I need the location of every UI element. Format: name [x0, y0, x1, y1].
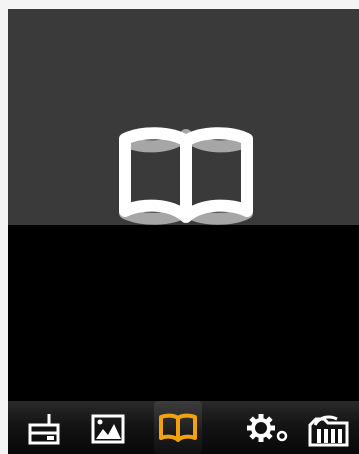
open-book-reflection: [119, 129, 253, 225]
photo-icon: [91, 414, 125, 444]
menu-item-radio[interactable]: [21, 405, 69, 453]
reflection-fade: [98, 225, 273, 335]
book-icon: [159, 413, 197, 442]
menu-item-book[interactable]: [154, 401, 202, 454]
folder-icon: [308, 415, 349, 447]
menu-item-settings[interactable]: [244, 405, 292, 453]
menu-bar: [8, 401, 359, 454]
radio-icon: [28, 414, 60, 445]
settings-icon: [247, 414, 288, 442]
menu-item-photo[interactable]: [84, 405, 132, 453]
menu-item-folder[interactable]: [306, 405, 354, 453]
device-screen: [8, 9, 359, 454]
